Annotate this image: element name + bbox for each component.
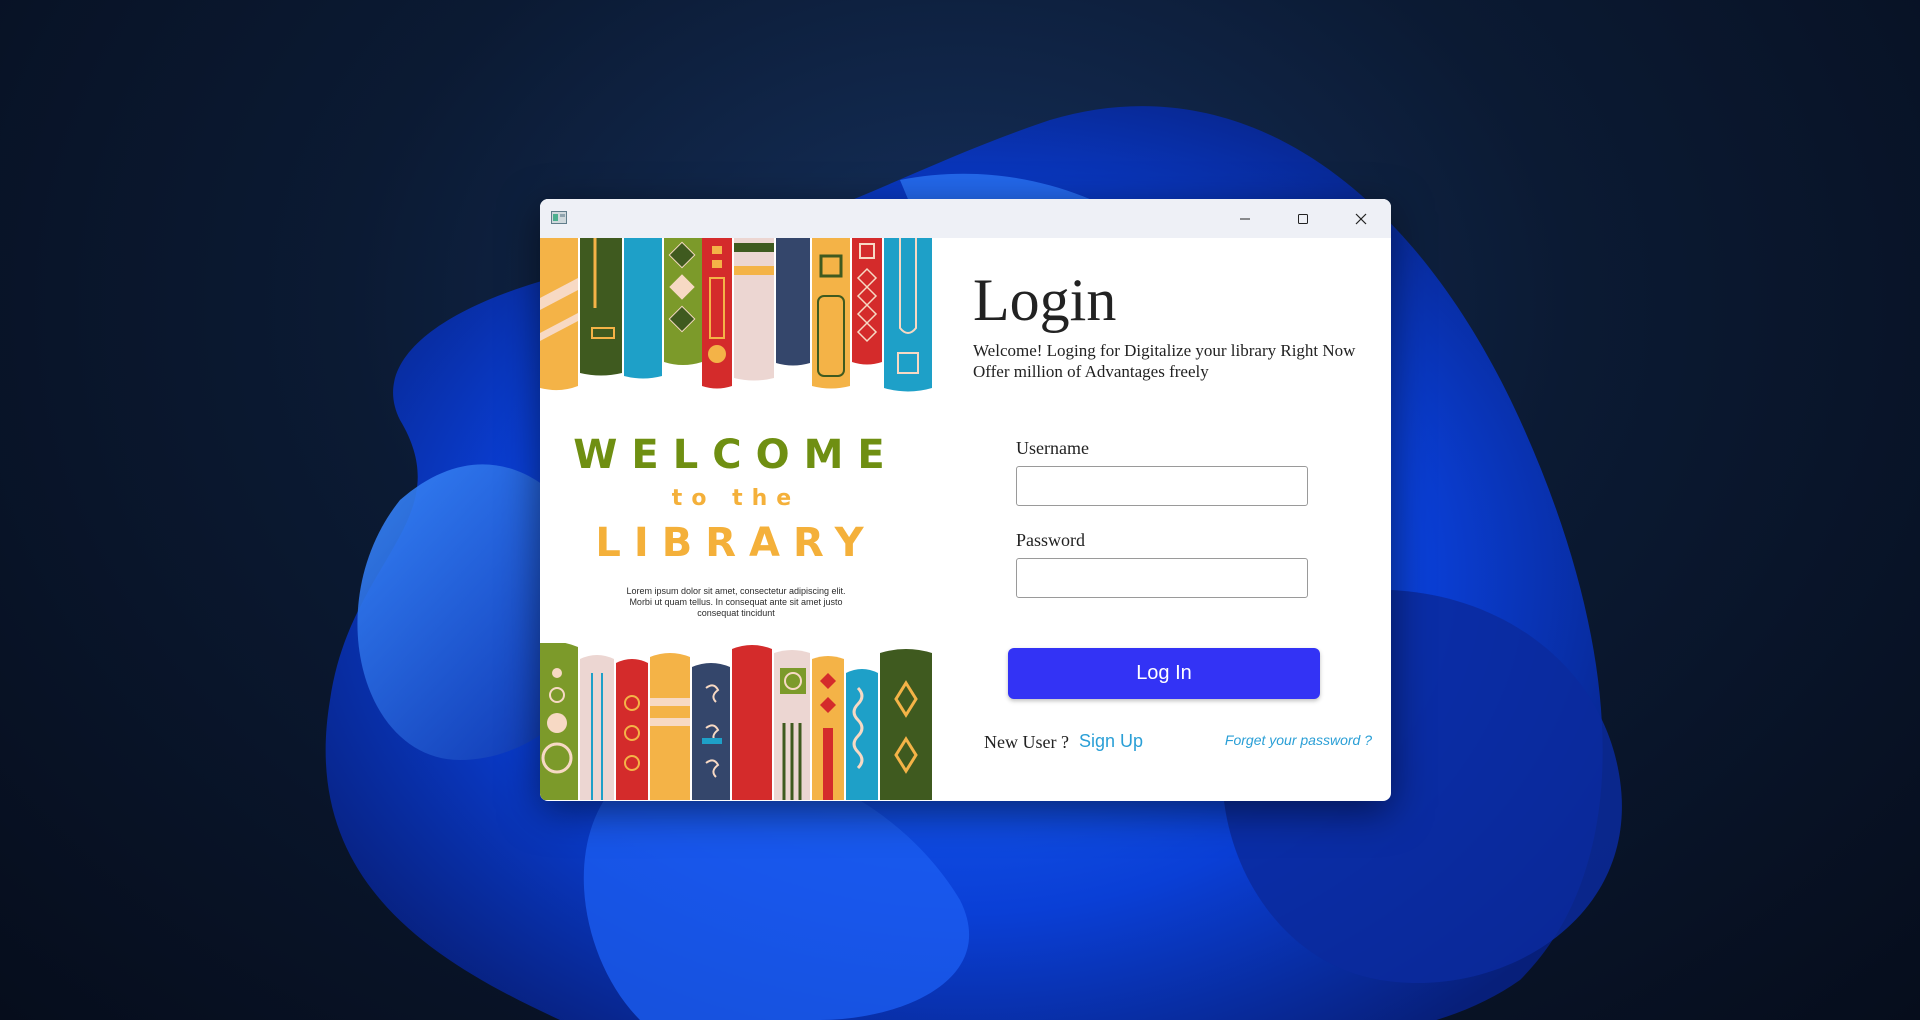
to-the-heading: to the: [671, 486, 801, 511]
new-user-label: New User ?: [984, 732, 1069, 752]
welcome-heading: WELCOME: [573, 432, 899, 478]
minimize-button[interactable]: [1216, 199, 1274, 238]
title-bar[interactable]: [540, 199, 1391, 238]
forgot-password-link[interactable]: Forget your password ?: [1214, 732, 1372, 748]
books-bottom-illustration: [540, 643, 932, 800]
log-in-button[interactable]: Log In: [1008, 648, 1320, 699]
maximize-icon: [1298, 213, 1308, 224]
close-button[interactable]: [1332, 199, 1390, 238]
login-panel: Login Welcome! Loging for Digitalize you…: [932, 238, 1391, 800]
username-label: Username: [1016, 438, 1089, 458]
books-top-illustration: [540, 238, 932, 392]
username-field[interactable]: [1016, 466, 1308, 506]
app-window-icon: [551, 211, 567, 224]
minimize-icon: [1240, 218, 1250, 219]
library-heading: LIBRARY: [595, 520, 877, 566]
library-poster: WELCOME to the LIBRARY Lorem ipsum dolor…: [540, 238, 932, 800]
poster-lorem-text: Lorem ipsum dolor sit amet, consectetur …: [626, 586, 846, 618]
login-window: WELCOME to the LIBRARY Lorem ipsum dolor…: [540, 199, 1391, 801]
maximize-button[interactable]: [1274, 199, 1332, 238]
close-icon: [1355, 213, 1367, 224]
password-field[interactable]: [1016, 558, 1308, 598]
desktop: WELCOME to the LIBRARY Lorem ipsum dolor…: [0, 0, 1920, 1020]
password-label: Password: [1016, 530, 1086, 550]
login-title: Login: [973, 267, 1117, 333]
sign-up-link[interactable]: Sign Up: [1079, 731, 1143, 752]
login-subtitle-line-1: Welcome! Loging for Digitalize your libr…: [973, 341, 1356, 360]
login-subtitle-line-2: Offer million of Advantages freely: [973, 362, 1209, 381]
